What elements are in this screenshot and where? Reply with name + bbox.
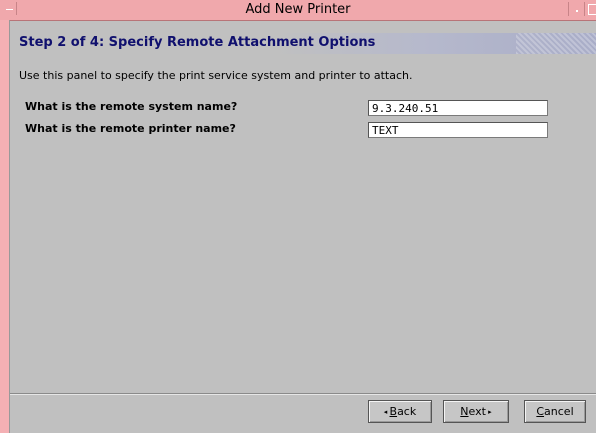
add-printer-window: Add New Printer Step 2 of 4: Specify Rem… (0, 0, 596, 433)
window-left-border (0, 20, 10, 433)
button-divider (10, 393, 596, 395)
next-button[interactable]: Next ▸ (443, 400, 509, 423)
step-title: Step 2 of 4: Specify Remote Attachment O… (19, 35, 376, 50)
cancel-mnemonic: C (536, 405, 545, 418)
back-button[interactable]: ◂ Back (368, 400, 432, 423)
cancel-button[interactable]: Cancel (524, 400, 586, 423)
back-label: ack (397, 405, 417, 418)
remote-printer-name-input[interactable] (368, 122, 548, 138)
remote-system-name-label: What is the remote system name? (25, 100, 238, 113)
cancel-label: ancel (544, 405, 574, 418)
next-mnemonic: N (460, 405, 469, 418)
step-banner: Step 2 of 4: Specify Remote Attachment O… (10, 33, 596, 54)
remote-system-name-input[interactable] (368, 100, 548, 116)
maximize-icon[interactable] (584, 2, 596, 16)
window-title: Add New Printer (245, 2, 351, 17)
back-mnemonic: B (389, 405, 398, 418)
next-label: ext (468, 405, 486, 418)
title-bar[interactable]: Add New Printer (0, 0, 596, 21)
next-arrow-icon: ▸ (485, 408, 492, 416)
remote-printer-name-label: What is the remote printer name? (25, 122, 236, 135)
panel-description: Use this panel to specify the print serv… (19, 69, 413, 82)
minimize-icon[interactable] (568, 2, 583, 16)
banner-pattern (516, 33, 596, 54)
